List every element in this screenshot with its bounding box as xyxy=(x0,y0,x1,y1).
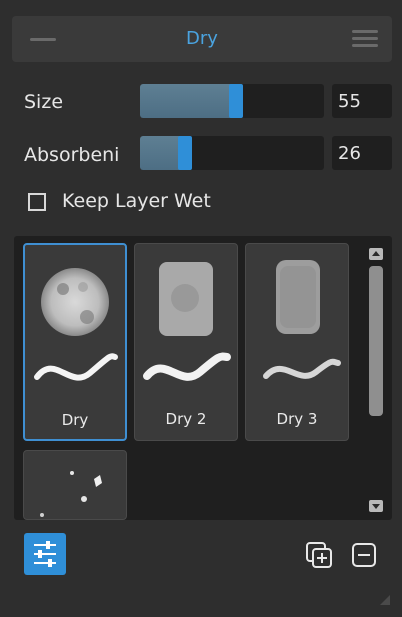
preset-tile-dry[interactable]: Dry xyxy=(23,243,127,441)
duplicate-icon xyxy=(306,542,332,568)
size-value[interactable]: 55 xyxy=(332,84,392,118)
preset-scrollbar[interactable] xyxy=(364,244,386,514)
size-slider-thumb[interactable] xyxy=(229,84,243,118)
duplicate-preset-button[interactable] xyxy=(305,541,333,569)
panel-title: Dry xyxy=(186,28,218,49)
preset-tile-dry-3[interactable]: Dry 3 xyxy=(245,243,349,441)
size-slider-fill xyxy=(140,84,239,118)
absorbency-label: Absorbeni xyxy=(24,144,120,166)
preset-preview-partial xyxy=(40,471,102,517)
preset-label-dry-3: Dry 3 xyxy=(276,410,318,428)
keep-layer-wet-label: Keep Layer Wet xyxy=(62,190,211,212)
hamburger-menu-icon[interactable] xyxy=(352,30,378,48)
size-slider[interactable] xyxy=(140,84,324,118)
scroll-up-button[interactable] xyxy=(369,248,383,260)
chevron-down-icon xyxy=(372,504,380,509)
resize-grip-icon[interactable] xyxy=(380,595,390,605)
brush-panel: Dry Size 55 Absorbeni 26 Keep Layer Wet xyxy=(0,0,402,617)
remove-preset-button[interactable] xyxy=(350,541,378,569)
sliders-icon xyxy=(34,541,56,567)
scroll-down-button[interactable] xyxy=(369,500,383,512)
preset-tile-partial[interactable] xyxy=(23,450,127,520)
brush-settings-button[interactable] xyxy=(24,533,66,575)
preset-grid: Dry Dry 2 Dry 3 xyxy=(14,236,392,520)
keep-layer-wet-checkbox[interactable] xyxy=(28,193,46,211)
chevron-up-icon xyxy=(372,251,380,256)
remove-icon xyxy=(352,543,376,567)
panel-titlebar: Dry xyxy=(12,16,392,62)
absorbency-value[interactable]: 26 xyxy=(332,136,392,170)
preset-tile-dry-2[interactable]: Dry 2 xyxy=(134,243,238,441)
preset-label-dry-2: Dry 2 xyxy=(165,410,207,428)
scroll-thumb[interactable] xyxy=(369,266,383,416)
preset-label-dry: Dry xyxy=(61,411,89,429)
size-label: Size xyxy=(24,91,64,113)
absorbency-slider-thumb[interactable] xyxy=(178,136,192,170)
absorbency-slider[interactable] xyxy=(140,136,324,170)
